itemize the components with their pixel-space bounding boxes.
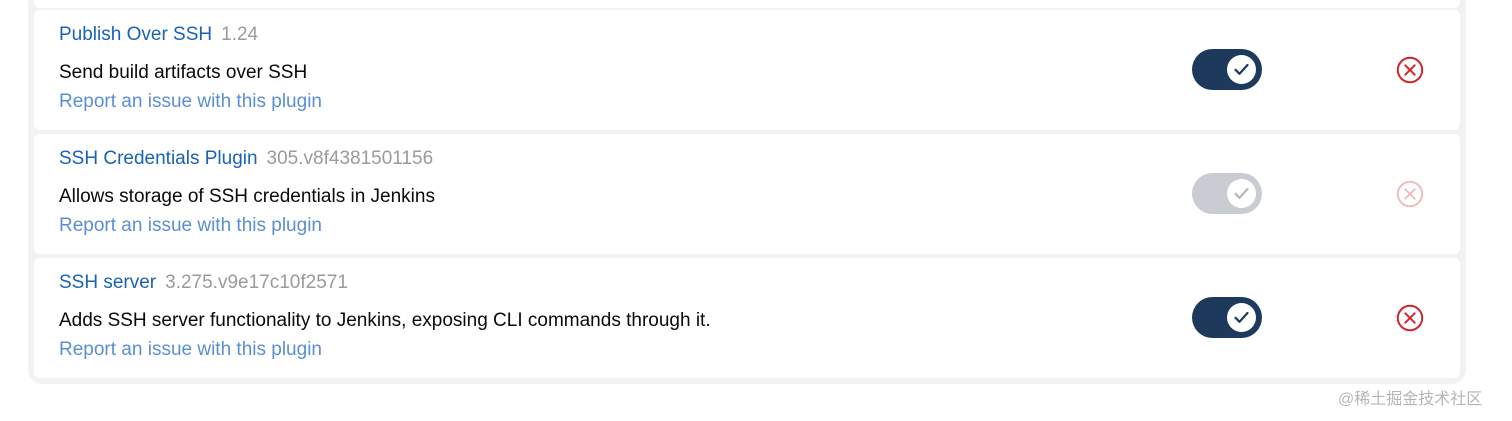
watermark: @稀土掘金技术社区 xyxy=(1338,391,1483,408)
plugin-description: Send build artifacts over SSH xyxy=(59,62,308,83)
report-issue-link[interactable]: Report an issue with this plugin xyxy=(59,91,322,113)
checkmark-icon xyxy=(1234,63,1249,75)
checkmark-icon xyxy=(1234,311,1249,323)
plugin-row: SSH Credentials Plugin 305.v8f4381501156 … xyxy=(34,134,1460,254)
plugin-title-line: SSH Credentials Plugin 305.v8f4381501156 xyxy=(59,148,433,170)
toggle-knob xyxy=(1227,303,1256,332)
report-issue-link[interactable]: Report an issue with this plugin xyxy=(59,215,322,237)
uninstall-button xyxy=(1396,180,1424,208)
plugin-row: Publish Over SSH 1.24 Send build artifact… xyxy=(34,10,1460,130)
plugin-name-link[interactable]: SSH Credentials Plugin xyxy=(59,148,258,169)
previous-row-edge xyxy=(34,0,1460,8)
x-circle-icon xyxy=(1396,180,1424,208)
report-issue-link[interactable]: Report an issue with this plugin xyxy=(59,339,322,361)
uninstall-button[interactable] xyxy=(1396,56,1424,84)
plugin-title-line: Publish Over SSH 1.24 xyxy=(59,24,258,46)
plugin-enabled-toggle[interactable] xyxy=(1192,297,1262,338)
plugin-version: 3.275.v9e17c10f2571 xyxy=(165,272,348,293)
uninstall-button[interactable] xyxy=(1396,304,1424,332)
installed-plugins-panel: Publish Over SSH 1.24 Send build artifact… xyxy=(28,0,1466,384)
plugin-enabled-toggle[interactable] xyxy=(1192,49,1262,90)
plugin-description: Adds SSH server functionality to Jenkins… xyxy=(59,310,711,331)
plugin-name-link[interactable]: SSH server xyxy=(59,272,156,293)
plugin-version: 1.24 xyxy=(221,24,259,45)
x-circle-icon xyxy=(1396,304,1424,332)
toggle-knob xyxy=(1227,179,1256,208)
plugin-name-link[interactable]: Publish Over SSH xyxy=(59,24,212,45)
plugin-title-line: SSH server 3.275.v9e17c10f2571 xyxy=(59,272,348,294)
plugin-version: 305.v8f4381501156 xyxy=(266,148,434,169)
x-circle-icon xyxy=(1396,56,1424,84)
toggle-knob xyxy=(1227,55,1256,84)
plugin-row: SSH server 3.275.v9e17c10f2571 Adds SSH s… xyxy=(34,258,1460,378)
plugin-enabled-toggle xyxy=(1192,173,1262,214)
checkmark-icon xyxy=(1234,187,1249,199)
plugin-description: Allows storage of SSH credentials in Jen… xyxy=(59,186,435,207)
